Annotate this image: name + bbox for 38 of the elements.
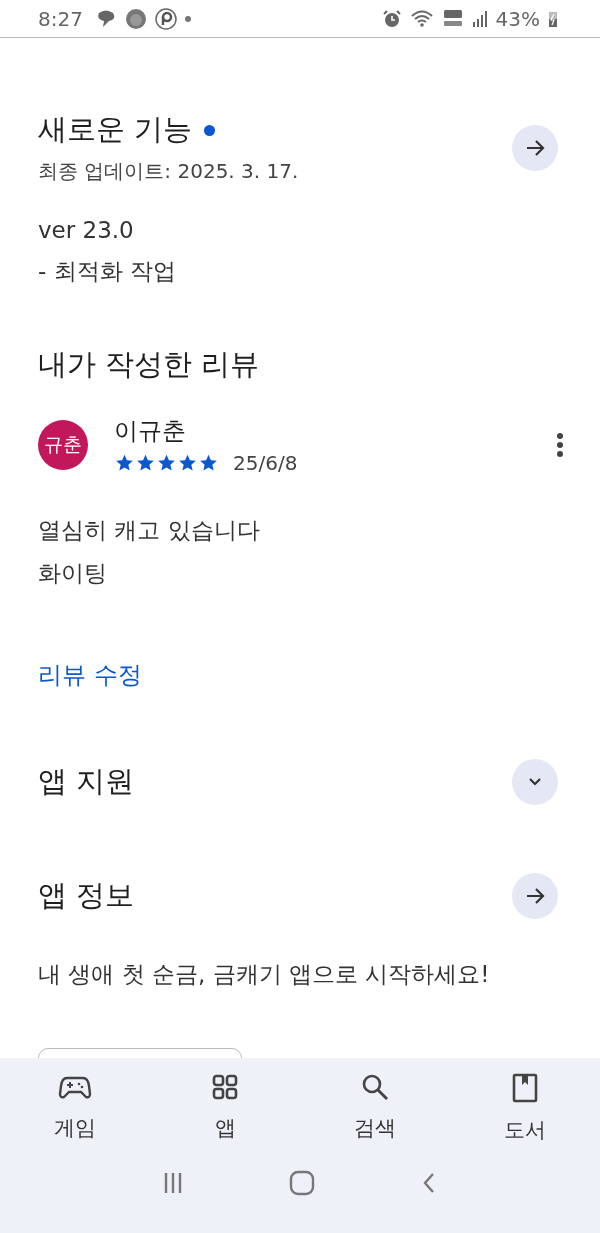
section-title: 새로운 기능 [38,111,193,148]
arrow-button[interactable] [512,124,558,171]
star-icon [198,453,219,473]
battery-percent: 43% [495,6,540,31]
nav-tab[interactable]: 게임 [15,1068,135,1148]
update-date: 최종 업데이트: 2025. 3. 17. [38,158,299,185]
section-title: 내가 작성한 리뷰 [38,346,261,383]
dot-icon [184,15,191,22]
search-icon [360,1072,390,1102]
reviewer-name: 이규춘 [114,416,187,447]
nav-tab[interactable]: 앱 [165,1068,285,1148]
nav-tab[interactable]: 검색 [315,1068,435,1148]
nav-tab[interactable]: 도서 [465,1068,585,1148]
home-icon[interactable] [288,1170,316,1196]
section-title: 앱 지원 [38,763,135,800]
section-title: 앱 정보 [38,877,135,914]
signal-icon [471,9,488,28]
status-time: 8:27 [38,6,83,31]
star-icon [177,453,198,473]
review-date: 25/6/8 [233,451,298,475]
app-description: 내 생애 첫 순금, 금캐기 앱으로 시작하세요! [38,960,491,989]
review-text: 열심히 캐고 있습니다 [38,516,261,545]
battery-charging-icon [548,9,558,28]
star-icon [114,453,135,473]
star-icon [135,453,156,473]
review-text: 화이팅 [38,559,108,588]
bookmark-book-icon [510,1072,540,1104]
release-note: - 최적화 작업 [38,257,177,286]
wifi-icon [409,8,434,29]
user-avatar: 규춘 [38,420,88,470]
edit-review-link[interactable]: 리뷰 수정 [38,659,142,691]
star-icon [156,453,177,473]
apps-grid-icon [210,1072,240,1102]
arrow-button[interactable] [512,873,558,919]
alarm-icon [381,8,402,29]
release-note: ver 23.0 [38,216,135,245]
more-icon [556,432,564,458]
recent-apps-icon[interactable] [162,1171,183,1195]
